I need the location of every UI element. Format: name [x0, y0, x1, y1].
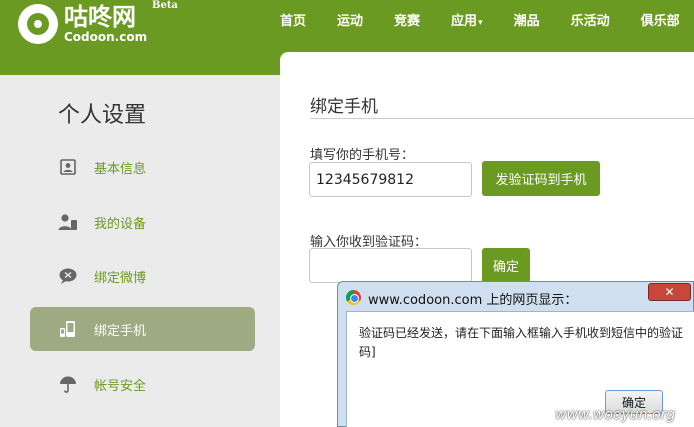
sidebar-item-my-devices[interactable]: 我的设备	[30, 200, 255, 244]
title-divider	[310, 118, 694, 119]
nav-item-apps-label: 应用	[451, 13, 478, 29]
sidebar-item-bind-weibo[interactable]: 绑定微博	[30, 254, 255, 298]
nav-item-home[interactable]: 首页	[280, 10, 306, 29]
logo-name-en: Codoon.com	[64, 30, 148, 44]
confirm-button[interactable]: 确定	[482, 248, 530, 283]
dialog-message: 验证码已经发送，请在下面输入框输入手机收到短信中的验证码]	[359, 326, 684, 359]
nav-item-products[interactable]: 潮品	[514, 10, 540, 29]
speech-bubble-icon	[58, 266, 78, 286]
nav-item-clubs[interactable]: 俱乐部	[641, 10, 680, 29]
nav-item-apps[interactable]: 应用▾	[451, 10, 483, 29]
sidebar-item-account-security[interactable]: 帐号安全	[30, 362, 255, 406]
chrome-icon	[346, 290, 361, 305]
sidebar-item-label: 基本信息	[94, 161, 147, 177]
phone-label: 填写你的手机号：	[310, 148, 415, 163]
sidebar-item-label: 我的设备	[94, 216, 147, 232]
sidebar-item-bind-phone[interactable]: 绑定手机	[30, 307, 255, 351]
page-title: 绑定手机	[310, 97, 378, 117]
settings-sidebar: 个人设置 基本信息 我的设备 绑定微博 绑定手机 帐号安全	[0, 75, 280, 427]
sidebar-item-label: 帐号安全	[94, 378, 147, 394]
phone-icon	[58, 319, 78, 339]
site-logo[interactable]: 咕咚网 Codoon.com	[18, 2, 147, 46]
umbrella-icon	[58, 374, 78, 394]
beta-badge: Beta	[152, 0, 178, 11]
main-nav: 首页 运动 竞赛 应用▾ 潮品 乐活动 俱乐部	[280, 0, 694, 38]
verification-code-input[interactable]	[309, 248, 472, 283]
dialog-title: www.codoon.com 上的网页显示：	[368, 293, 578, 308]
user-device-icon	[58, 212, 78, 232]
phone-number-input[interactable]: 12345679812	[309, 162, 472, 197]
watermark: www.wooyun.org	[555, 407, 676, 423]
sidebar-item-label: 绑定微博	[94, 270, 147, 286]
send-code-button[interactable]: 发验证码到手机	[482, 161, 600, 196]
profile-card-icon	[58, 157, 78, 177]
logo-name-cn: 咕咚网	[64, 3, 136, 31]
nav-item-sports[interactable]: 运动	[337, 10, 363, 29]
nav-item-events[interactable]: 乐活动	[571, 10, 610, 29]
sidebar-item-label: 绑定手机	[94, 323, 147, 339]
sidebar-item-basic-info[interactable]: 基本信息	[30, 145, 255, 189]
nav-item-competition[interactable]: 竞赛	[394, 10, 420, 29]
codoon-logo-icon	[18, 4, 58, 44]
sidebar-title: 个人设置	[58, 103, 147, 128]
close-icon[interactable]: ✕	[648, 283, 691, 301]
browser-alert-dialog: www.codoon.com 上的网页显示： ✕ 验证码已经发送，请在下面输入框…	[337, 281, 694, 427]
chevron-down-icon: ▾	[478, 17, 483, 28]
